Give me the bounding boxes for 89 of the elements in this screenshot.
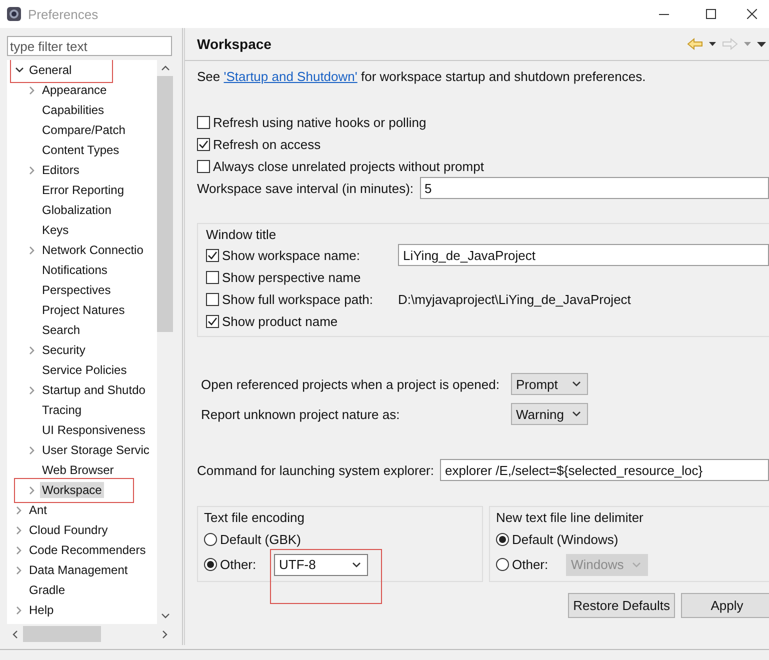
tree-item[interactable]: Ant	[27, 502, 50, 518]
checkbox[interactable]	[197, 116, 210, 128]
checkbox[interactable]	[206, 270, 219, 284]
checkbox-label[interactable]: Show perspective name	[222, 270, 361, 284]
tree-item[interactable]: Keys	[40, 222, 71, 238]
checkbox-label[interactable]: Refresh on access	[213, 136, 321, 152]
scroll-down-icon	[160, 613, 170, 619]
description-text: See 'Startup and Shutdown' for workspace startup and shutdown preferences.	[197, 68, 647, 86]
path-text: D:\myjavaproject\LiYing_de_JavaProject	[398, 292, 631, 306]
tree-item[interactable]: Help	[27, 602, 56, 618]
checkbox[interactable]	[197, 160, 210, 172]
scroll-right-icon	[162, 630, 168, 638]
check-icon	[207, 316, 218, 326]
check-icon	[198, 138, 209, 150]
group-title: Window title	[206, 226, 278, 244]
text-field[interactable]: LiYing_de_JavaProject	[398, 244, 769, 266]
tree-item[interactable]: Search	[40, 322, 82, 338]
radio-label[interactable]: Default (GBK)	[220, 532, 301, 547]
checkbox[interactable]	[206, 248, 219, 262]
chevron-down-icon	[572, 381, 581, 387]
filter-field[interactable]: type filter text	[7, 36, 172, 56]
tree-item[interactable]: Project Natures	[40, 302, 127, 318]
tree-item[interactable]: Notifications	[40, 262, 110, 278]
checkbox-label[interactable]: Show full workspace path:	[222, 292, 398, 306]
tree-item[interactable]: Gradle	[27, 582, 68, 598]
tree-item[interactable]: Security	[40, 342, 88, 358]
chevron-down-icon	[572, 411, 581, 417]
scroll-left-icon	[12, 630, 18, 638]
tree-item[interactable]: Capabilities	[40, 102, 106, 118]
tree-item[interactable]: UI Responsiveness	[40, 422, 148, 438]
window-title: Preferences	[28, 6, 98, 22]
app-icon	[6, 6, 22, 22]
text-field[interactable]: 5	[420, 177, 769, 199]
checkbox-label[interactable]: Show workspace name:	[222, 248, 398, 262]
right-arrow-icon	[722, 38, 738, 50]
group-title: Text file encoding	[204, 509, 306, 527]
tree-item[interactable]: Code Recommenders	[27, 542, 148, 558]
combo-label: Open referenced projects when a project is opened:	[201, 376, 500, 392]
tree-item[interactable]: Content Types	[40, 142, 122, 158]
tree-item[interactable]: Appearance	[40, 82, 109, 98]
tree-item[interactable]: Workspace	[40, 482, 104, 498]
restore-defaults-button[interactable]: Restore Defaults	[568, 593, 675, 618]
dropdown[interactable]: UTF-8	[274, 554, 368, 576]
checkbox[interactable]	[206, 314, 219, 328]
tree-item[interactable]: Web Browser	[40, 462, 116, 478]
radio-label[interactable]: Default (Windows)	[512, 532, 618, 547]
dropdown[interactable]: Prompt	[511, 373, 588, 395]
tree-item[interactable]: Perspectives	[40, 282, 113, 298]
scroll-thumb[interactable]	[157, 76, 173, 332]
radio-label[interactable]: Other:	[220, 557, 266, 572]
checkbox-label[interactable]: Refresh using native hooks or polling	[213, 114, 426, 130]
dropdown: Windows	[566, 554, 648, 576]
check-icon	[207, 250, 218, 260]
tree-item[interactable]: General	[27, 62, 74, 78]
tree-item[interactable]: User Storage Servic	[40, 442, 152, 458]
chevron-down-icon	[352, 562, 361, 568]
tree-item[interactable]: Network Connectio	[40, 242, 146, 258]
dropdown-icon	[709, 42, 716, 46]
radio-button[interactable]	[204, 558, 217, 571]
left-arrow-icon	[687, 38, 703, 50]
tree-item[interactable]: Error Reporting	[40, 182, 126, 198]
combo-label: Report unknown project nature as:	[201, 406, 401, 422]
scroll-up-icon	[160, 65, 170, 71]
tree-item[interactable]: Service Policies	[40, 362, 129, 378]
scroll-thumb[interactable]	[23, 626, 101, 642]
field-label: Command for launching system explorer:	[197, 462, 434, 478]
checkbox-label[interactable]: Show product name	[222, 314, 338, 328]
startup-link[interactable]: 'Startup and Shutdown'	[224, 69, 358, 84]
radio-button[interactable]	[204, 533, 217, 546]
checkbox[interactable]	[197, 138, 210, 150]
field-label: Workspace save interval (in minutes):	[197, 180, 414, 196]
text-field[interactable]: explorer /E,/select=${selected_resource_loc}	[440, 459, 769, 481]
tree-item[interactable]: Data Management	[27, 562, 130, 578]
tree-item[interactable]: Startup and Shutdo	[40, 382, 148, 398]
tree-item[interactable]: Editors	[40, 162, 82, 178]
close-icon	[747, 9, 757, 19]
tree-item[interactable]: Tracing	[40, 402, 84, 418]
tree-item[interactable]: Cloud Foundry	[27, 522, 110, 538]
dropdown[interactable]: Warning	[511, 403, 588, 425]
maximize-icon	[706, 9, 716, 19]
tree-item[interactable]: Compare/Patch	[40, 122, 128, 138]
group-title: New text file line delimiter	[496, 509, 644, 527]
page-title: Workspace	[197, 36, 272, 52]
chevron-down-icon	[632, 562, 641, 568]
checkbox[interactable]	[206, 292, 219, 306]
checkbox-label[interactable]: Always close unrelated projects without prompt	[213, 158, 484, 174]
tree-item[interactable]: Globalization	[40, 202, 114, 218]
radio-button[interactable]	[496, 533, 509, 546]
apply-button[interactable]: Apply	[681, 593, 769, 618]
